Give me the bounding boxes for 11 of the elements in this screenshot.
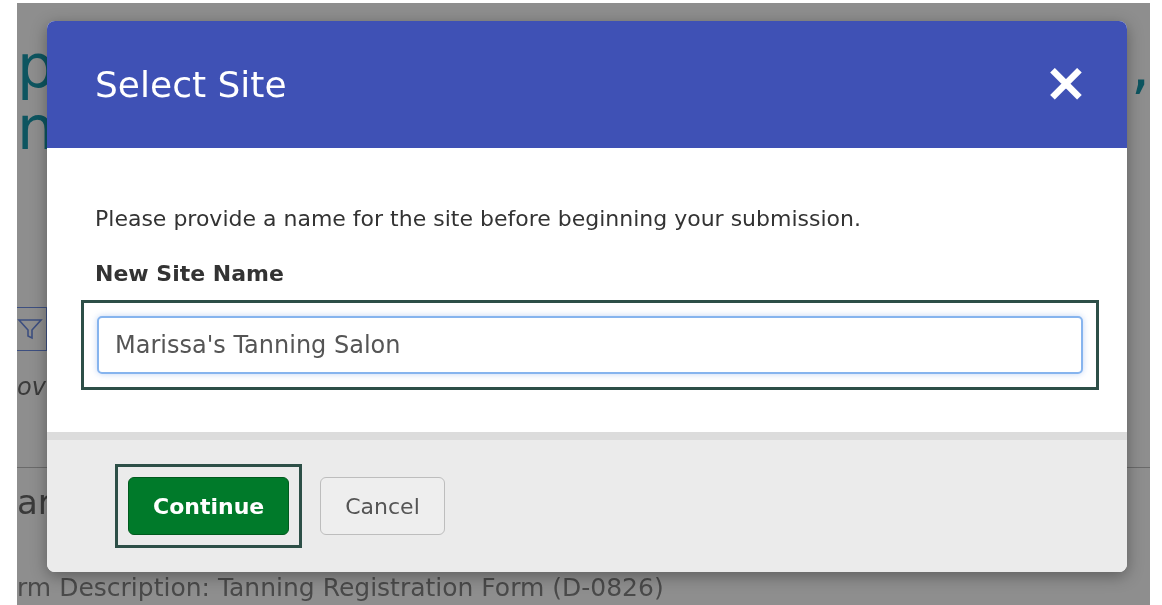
cancel-button[interactable]: Cancel	[320, 477, 445, 535]
filter-icon	[17, 316, 43, 342]
continue-button[interactable]: Continue	[128, 477, 290, 535]
note-text: ov	[17, 373, 47, 401]
heading-text: ,	[1130, 35, 1150, 103]
dialog-message: Please provide a name for the site before beginning your submission.	[95, 206, 862, 231]
site-name-field[interactable]: Marissa's Tanning Salon	[97, 316, 1083, 374]
field-label: New Site Name	[95, 261, 285, 286]
form-description: rm Description: Tanning Registration Form (D-0826)	[17, 574, 665, 602]
close-button[interactable]: ✕	[1045, 59, 1087, 110]
dialog-title: Select Site	[95, 64, 287, 105]
